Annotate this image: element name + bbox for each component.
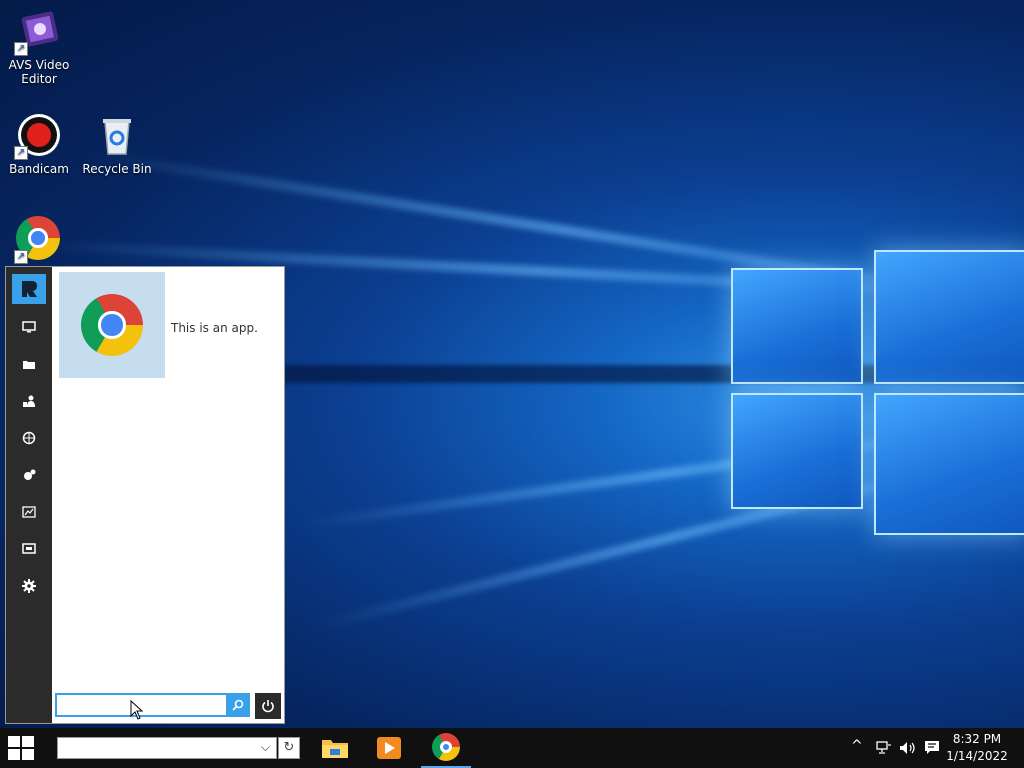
start-button[interactable] [8,736,34,760]
window-pane [874,250,1024,384]
clock-date: 1/14/2022 [946,749,1008,763]
folder-icon[interactable] [12,349,46,379]
window-pane [731,393,863,509]
chrome-icon: ↗ [14,216,62,264]
recycle-bin-icon [94,112,140,158]
desktop-icon-chrome[interactable]: ↗ [1,216,77,266]
display-icon[interactable] [12,534,46,564]
desktop-icon-bandicam[interactable]: ↗ Bandicam [1,112,77,176]
app-tile-chrome[interactable] [59,272,165,378]
network-icon[interactable] [12,423,46,453]
monitor-icon[interactable] [12,312,46,342]
desktop-icon-label: Bandicam [9,162,69,176]
chevron-up-icon[interactable]: ^ [851,738,863,754]
volume-icon[interactable] [899,741,917,755]
window-pane [731,268,863,384]
performance-icon[interactable] [12,497,46,527]
chrome-icon [432,733,460,761]
notification-icon[interactable] [924,740,940,756]
chevron-down-icon[interactable]: ⌵ [261,740,270,755]
play-icon [377,737,401,759]
services-icon[interactable] [12,460,46,490]
logo-icon[interactable] [12,274,46,304]
app-tile-description: This is an app. [171,321,258,335]
power-button[interactable] [255,693,281,719]
gear-icon[interactable] [12,571,46,601]
clock-time: 8:32 PM [952,732,1002,746]
power-icon [262,700,274,713]
system-clock[interactable]: 8:32 PM 1/14/2022 [946,731,1008,765]
network-icon[interactable] [876,741,892,755]
chrome-icon [81,294,143,356]
desktop-icon-label: Recycle Bin [82,162,152,176]
taskbar-search-box[interactable]: ⌵ [57,737,277,759]
taskbar-app-file-explorer[interactable] [310,728,360,768]
start-menu-rail [6,267,52,723]
users-icon[interactable] [12,386,46,416]
desktop-icon-avs-video-editor[interactable]: ↗ AVS Video Editor [1,8,77,86]
start-menu: This is an app. [5,266,285,724]
desktop-icon-label: AVS Video Editor [8,58,70,86]
folder-icon [322,740,348,758]
film-reel-icon: ↗ [14,8,62,56]
search-icon [232,699,244,711]
taskbar-app-chrome[interactable] [421,728,471,768]
taskbar-app-media-player[interactable] [364,728,414,768]
record-icon: ↗ [14,112,62,160]
desktop-icon-recycle-bin[interactable]: Recycle Bin [79,112,155,176]
window-pane [874,393,1024,535]
mouse-cursor [130,700,144,720]
refresh-button[interactable]: ↻ [278,737,300,759]
start-search-input[interactable] [55,693,249,717]
search-button[interactable] [226,693,250,717]
taskbar: ⌵ ↻ ^ 8:32 PM 1/14/2022 [0,728,1024,768]
